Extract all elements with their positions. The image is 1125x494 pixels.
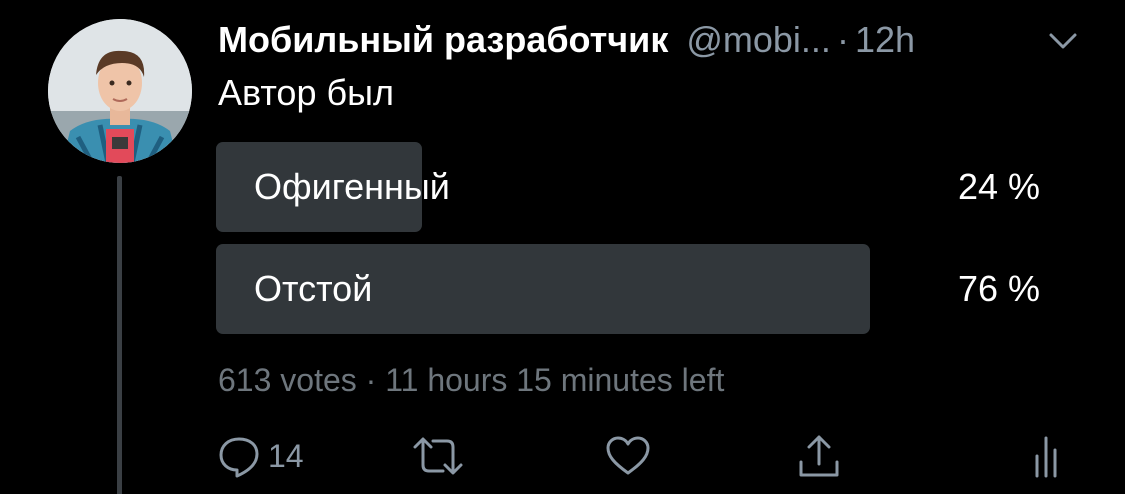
avatar[interactable] — [48, 19, 192, 163]
like-button[interactable] — [604, 428, 652, 484]
poll-option: Офигенный 24 % — [216, 142, 1046, 232]
poll-option-label: Отстой — [254, 268, 373, 309]
like-icon — [604, 433, 652, 479]
avatar-photo — [48, 19, 192, 163]
analytics-button[interactable] — [1031, 428, 1061, 484]
tweet-header: Мобильный разработчик @mobi... · 12h — [218, 16, 1088, 64]
reply-count: 14 — [268, 437, 304, 474]
share-icon — [796, 432, 842, 480]
poll-option-label: Офигенный — [254, 166, 450, 207]
share-button[interactable] — [796, 428, 842, 484]
poll-meta: 613 votes · 11 hours 15 minutes left — [218, 362, 725, 398]
thread-line — [117, 176, 122, 494]
poll-option-percent: 24 % — [957, 166, 1040, 207]
reply-icon — [216, 433, 262, 479]
tweet-time[interactable]: 12h — [855, 19, 915, 61]
tweet-text: Автор был — [218, 72, 394, 113]
author-handle[interactable]: @mobi... — [686, 19, 831, 61]
retweet-icon — [411, 433, 465, 479]
chevron-down-icon[interactable] — [1045, 26, 1081, 56]
author-name[interactable]: Мобильный разработчик — [218, 19, 668, 61]
poll-option: Отстой 76 % — [216, 244, 1046, 334]
poll-option-percent: 76 % — [957, 268, 1040, 309]
tweet-actions: 14 — [216, 428, 1076, 484]
analytics-icon — [1031, 432, 1061, 480]
reply-button[interactable]: 14 — [216, 428, 304, 484]
retweet-button[interactable] — [411, 428, 465, 484]
header-separator: · — [836, 19, 849, 60]
